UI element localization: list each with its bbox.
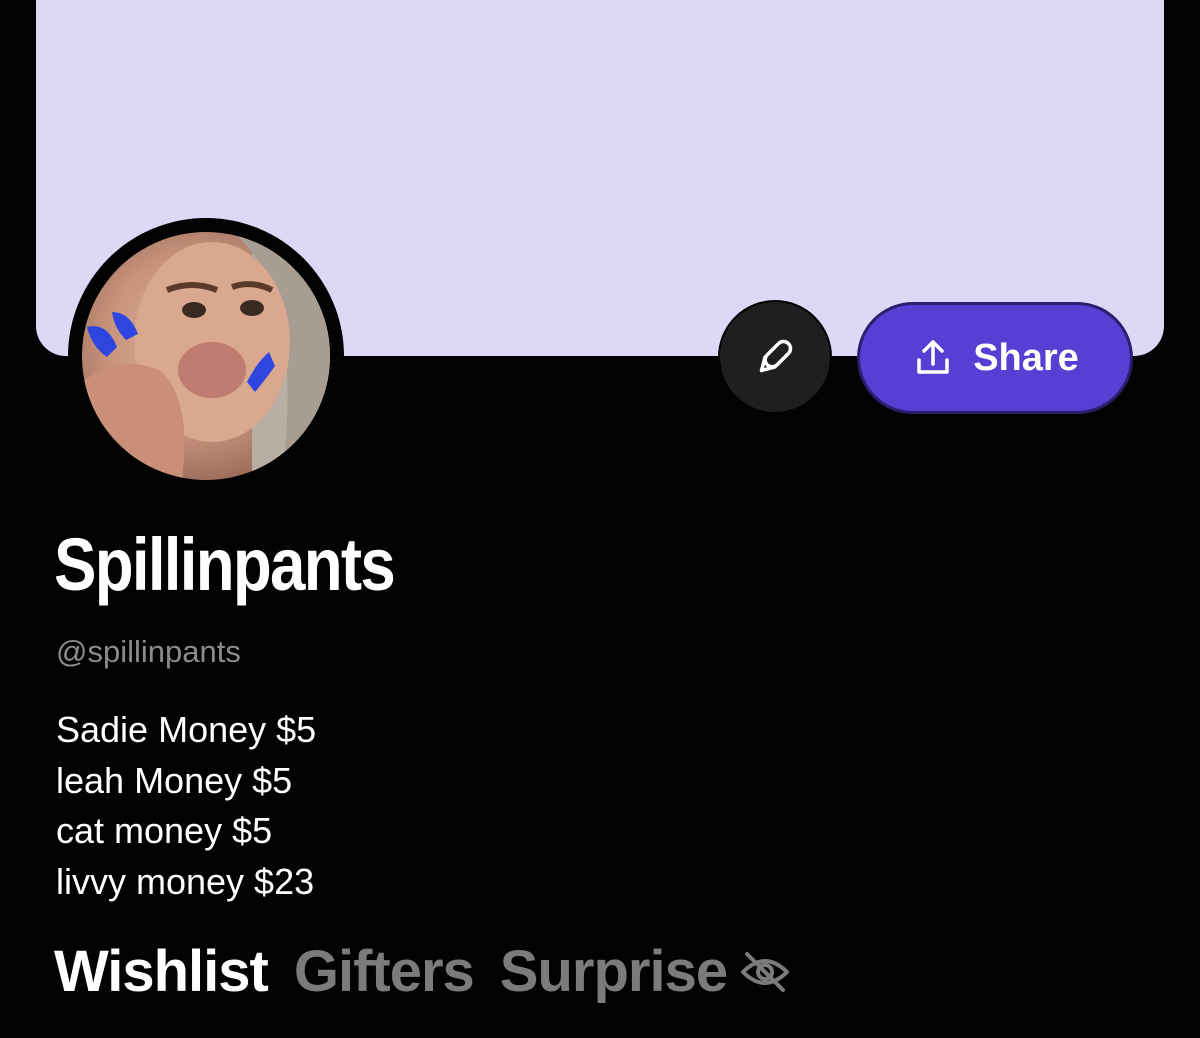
profile-handle: @spillinpants bbox=[56, 634, 241, 669]
share-upload-icon bbox=[911, 336, 955, 380]
eye-off-icon bbox=[741, 951, 790, 992]
profile-tabs: Wishlist Gifters Surprise bbox=[54, 938, 793, 1005]
bio-line: Sadie Money $5 bbox=[56, 709, 317, 750]
edit-profile-button[interactable] bbox=[718, 300, 832, 414]
tab-wishlist[interactable]: Wishlist bbox=[54, 938, 269, 1005]
share-button[interactable]: Share bbox=[857, 302, 1133, 414]
share-button-label: Share bbox=[973, 336, 1079, 379]
profile-display-name: Spillinpants bbox=[54, 523, 396, 606]
bio-line: cat money $5 bbox=[56, 810, 273, 851]
bio-line: livvy money $23 bbox=[56, 860, 315, 902]
profile-bio: Sadie Money $5 leah Money $5 cat money $… bbox=[56, 705, 316, 907]
tab-surprise[interactable]: Surprise bbox=[500, 938, 793, 1005]
bio-line: leah Money $5 bbox=[56, 759, 293, 801]
avatar[interactable] bbox=[68, 218, 344, 494]
tab-surprise-label: Surprise bbox=[499, 939, 728, 1004]
avatar-photo bbox=[82, 232, 330, 480]
tab-gifters[interactable]: Gifters bbox=[294, 938, 475, 1005]
pencil-icon bbox=[759, 339, 793, 373]
